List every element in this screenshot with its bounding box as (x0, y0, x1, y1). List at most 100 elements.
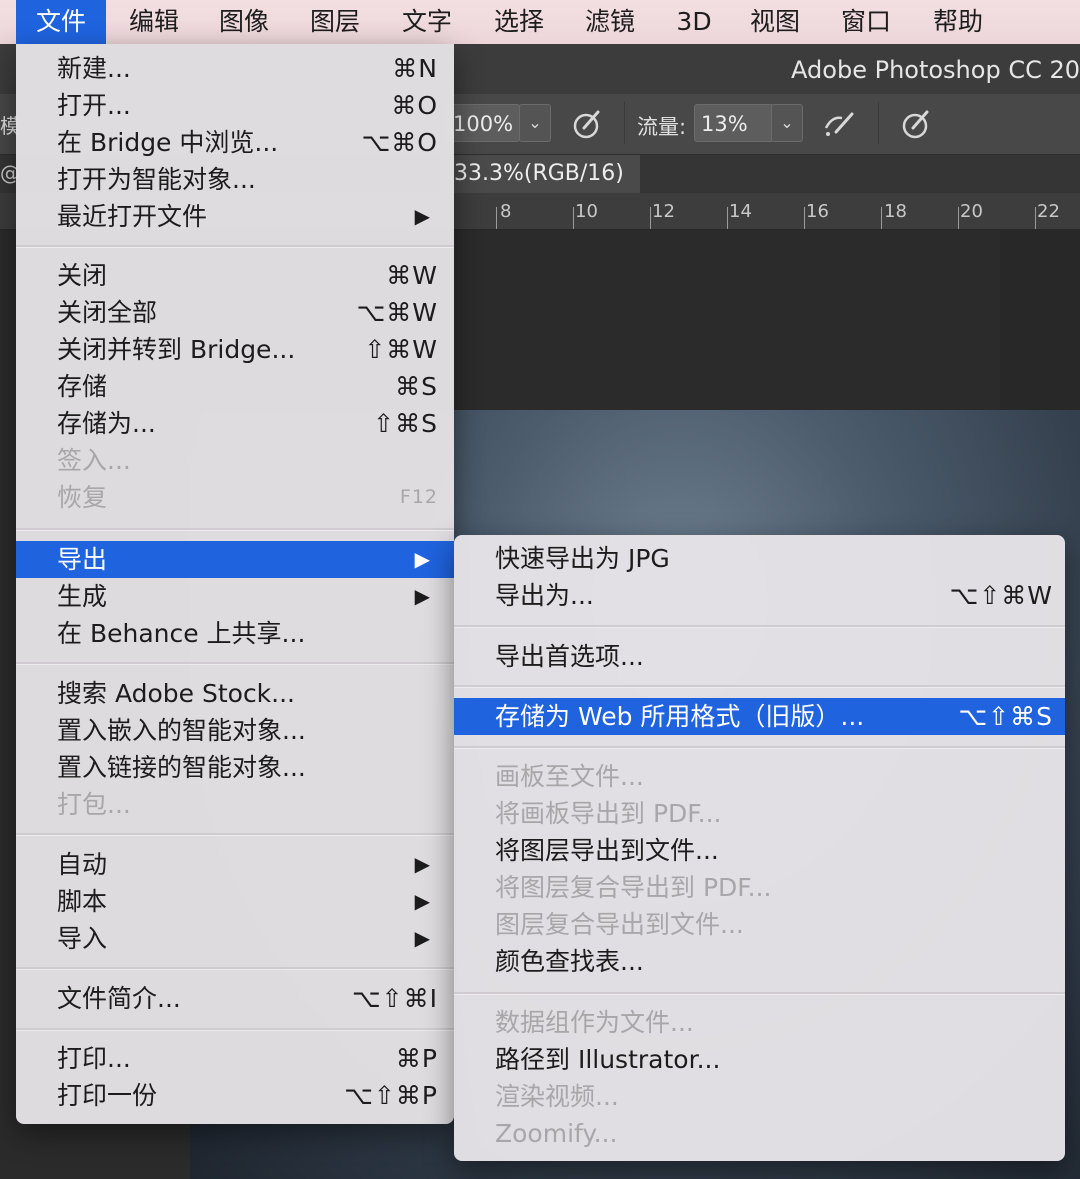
ruler-label: 20 (960, 201, 983, 222)
pressure-size-icon[interactable] (898, 106, 934, 142)
options-divider (624, 102, 625, 144)
menubar-3d[interactable]: 3D (664, 0, 724, 44)
menu-item-label: 存储为 Web 所用格式（旧版）... (495, 702, 865, 731)
opacity-dropdown-icon[interactable]: ⌄ (519, 104, 551, 142)
menu-item-label: 脚本 (57, 887, 108, 916)
menu-item-file-info[interactable]: 文件简介... ⌥⇧⌘I (16, 980, 454, 1017)
menu-item-label: 路径到 Illustrator... (495, 1045, 721, 1074)
menubar-window[interactable]: 窗口 (827, 0, 905, 44)
menu-item-open[interactable]: 打开... ⌘O (16, 87, 454, 124)
menu-item-shortcut: ⌥⌘W (356, 298, 438, 327)
menu-item-new[interactable]: 新建... ⌘N (16, 50, 454, 87)
menu-item-shortcut: ⌥⌘O (361, 128, 438, 157)
ruler-tick (1035, 207, 1036, 229)
menubar-view[interactable]: 视图 (736, 0, 814, 44)
menu-item-shortcut: ⇧⌘W (364, 335, 438, 364)
canvas-pasteboard (1000, 229, 1080, 410)
brush-pressure-icon[interactable] (570, 106, 606, 142)
menu-item-label: 将图层复合导出到 PDF... (495, 873, 772, 902)
ruler-label: 10 (575, 201, 598, 222)
menu-item-generate[interactable]: 生成 ▶ (16, 578, 454, 615)
menu-item-automate[interactable]: 自动 ▶ (16, 846, 454, 883)
menu-item-save-for-web-legacy[interactable]: 存储为 Web 所用格式（旧版）... ⌥⇧⌘S (454, 698, 1065, 735)
menu-item-shortcut: ⌥⇧⌘S (958, 702, 1053, 731)
menu-item-shortcut: ⌘W (386, 261, 438, 290)
menu-separator (16, 245, 454, 248)
menu-item-label: 导出为... (495, 581, 594, 610)
menu-item-label: 置入链接的智能对象... (57, 753, 306, 782)
document-tab[interactable]: 33.3%(RGB/16) (440, 155, 640, 193)
menu-item-export-preferences[interactable]: 导出首选项... (454, 638, 1065, 675)
menu-item-shortcut: ⌥⇧⌘P (344, 1081, 438, 1110)
macos-menubar: 文件 编辑 图像 图层 文字 选择 滤镜 3D 视图 窗口 帮助 (0, 0, 1080, 44)
submenu-arrow-icon: ▶ (414, 204, 430, 228)
menu-item-label: 快速导出为 JPG (495, 544, 670, 573)
flow-field[interactable]: 13% (694, 104, 774, 142)
menu-item-label: 打开为智能对象... (57, 165, 256, 194)
menu-item-label: 生成 (57, 582, 108, 611)
menu-item-place-linked[interactable]: 置入链接的智能对象... (16, 749, 454, 786)
menu-item-quick-export-jpg[interactable]: 快速导出为 JPG (454, 540, 1065, 577)
ruler-tick (958, 207, 959, 229)
menu-item-label: 在 Behance 上共享... (57, 619, 306, 648)
menubar-edit[interactable]: 编辑 (115, 0, 193, 44)
menu-separator (16, 528, 454, 531)
menu-item-open-recent[interactable]: 最近打开文件 ▶ (16, 198, 454, 235)
menu-item-color-lookup-tables[interactable]: 颜色查找表... (454, 943, 1065, 980)
ruler-label: 12 (652, 201, 675, 222)
menubar-image[interactable]: 图像 (205, 0, 283, 44)
menubar-help[interactable]: 帮助 (919, 0, 997, 44)
menu-separator (16, 967, 454, 970)
menu-item-label: 打开... (57, 91, 131, 120)
menu-item-save[interactable]: 存储 ⌘S (16, 368, 454, 405)
flow-dropdown-icon[interactable]: ⌄ (771, 104, 803, 142)
menu-item-label: 渲染视频... (495, 1082, 619, 1111)
ruler-label: 22 (1037, 201, 1060, 222)
menu-item-export[interactable]: 导出 ▶ (16, 541, 454, 578)
menu-item-close[interactable]: 关闭 ⌘W (16, 257, 454, 294)
menu-item-label: 置入嵌入的智能对象... (57, 716, 306, 745)
menubar-filter[interactable]: 滤镜 (571, 0, 649, 44)
menu-item-shortcut: ⌥⇧⌘W (949, 581, 1053, 610)
submenu-arrow-icon: ▶ (414, 852, 430, 876)
menubar-layer[interactable]: 图层 (296, 0, 374, 44)
menu-item-scripts[interactable]: 脚本 ▶ (16, 883, 454, 920)
menu-item-print[interactable]: 打印... ⌘P (16, 1040, 454, 1077)
menu-item-revert: 恢复 F12 (16, 479, 454, 516)
menu-item-label: 将画板导出到 PDF... (495, 799, 722, 828)
menu-item-place-embedded[interactable]: 置入嵌入的智能对象... (16, 712, 454, 749)
menu-item-export-as[interactable]: 导出为... ⌥⇧⌘W (454, 577, 1065, 614)
menu-item-check-in: 签入... (16, 442, 454, 479)
menu-item-open-as-smart-object[interactable]: 打开为智能对象... (16, 161, 454, 198)
menubar-type[interactable]: 文字 (388, 0, 466, 44)
menu-item-label: 最近打开文件 (57, 202, 208, 231)
airbrush-icon[interactable] (820, 106, 856, 142)
menu-item-paths-to-illustrator[interactable]: 路径到 Illustrator... (454, 1041, 1065, 1078)
submenu-arrow-icon: ▶ (414, 584, 430, 608)
menu-item-label: 图层复合导出到文件... (495, 910, 744, 939)
menu-item-browse-in-bridge[interactable]: 在 Bridge 中浏览... ⌥⌘O (16, 124, 454, 161)
menubar-file[interactable]: 文件 (16, 0, 106, 44)
menu-item-layer-comps-to-files: 图层复合导出到文件... (454, 906, 1065, 943)
ruler-tick (804, 207, 805, 229)
options-divider (878, 102, 879, 144)
menu-item-layers-to-files[interactable]: 将图层导出到文件... (454, 832, 1065, 869)
menu-item-label: 新建... (57, 54, 131, 83)
menu-item-label: 关闭全部 (57, 298, 158, 327)
menu-item-label: 恢复 (57, 483, 108, 512)
menu-item-save-as[interactable]: 存储为... ⇧⌘S (16, 405, 454, 442)
menu-separator (16, 833, 454, 836)
menu-item-share-on-behance[interactable]: 在 Behance 上共享... (16, 615, 454, 652)
menu-item-print-one-copy[interactable]: 打印一份 ⌥⇧⌘P (16, 1077, 454, 1114)
export-submenu: 快速导出为 JPG 导出为... ⌥⇧⌘W 导出首选项... 存储为 Web 所… (454, 535, 1065, 1161)
menu-item-label: 自动 (57, 850, 108, 879)
menu-item-layer-comps-to-pdf: 将图层复合导出到 PDF... (454, 869, 1065, 906)
menu-item-close-and-go-to-bridge[interactable]: 关闭并转到 Bridge... ⇧⌘W (16, 331, 454, 368)
menu-item-import[interactable]: 导入 ▶ (16, 920, 454, 957)
menu-item-shortcut: ⌘N (392, 54, 438, 83)
menubar-select[interactable]: 选择 (480, 0, 558, 44)
menu-item-search-adobe-stock[interactable]: 搜索 Adobe Stock... (16, 675, 454, 712)
menu-separator (16, 1028, 454, 1031)
opacity-field[interactable]: 100% (446, 104, 520, 142)
menu-item-close-all[interactable]: 关闭全部 ⌥⌘W (16, 294, 454, 331)
